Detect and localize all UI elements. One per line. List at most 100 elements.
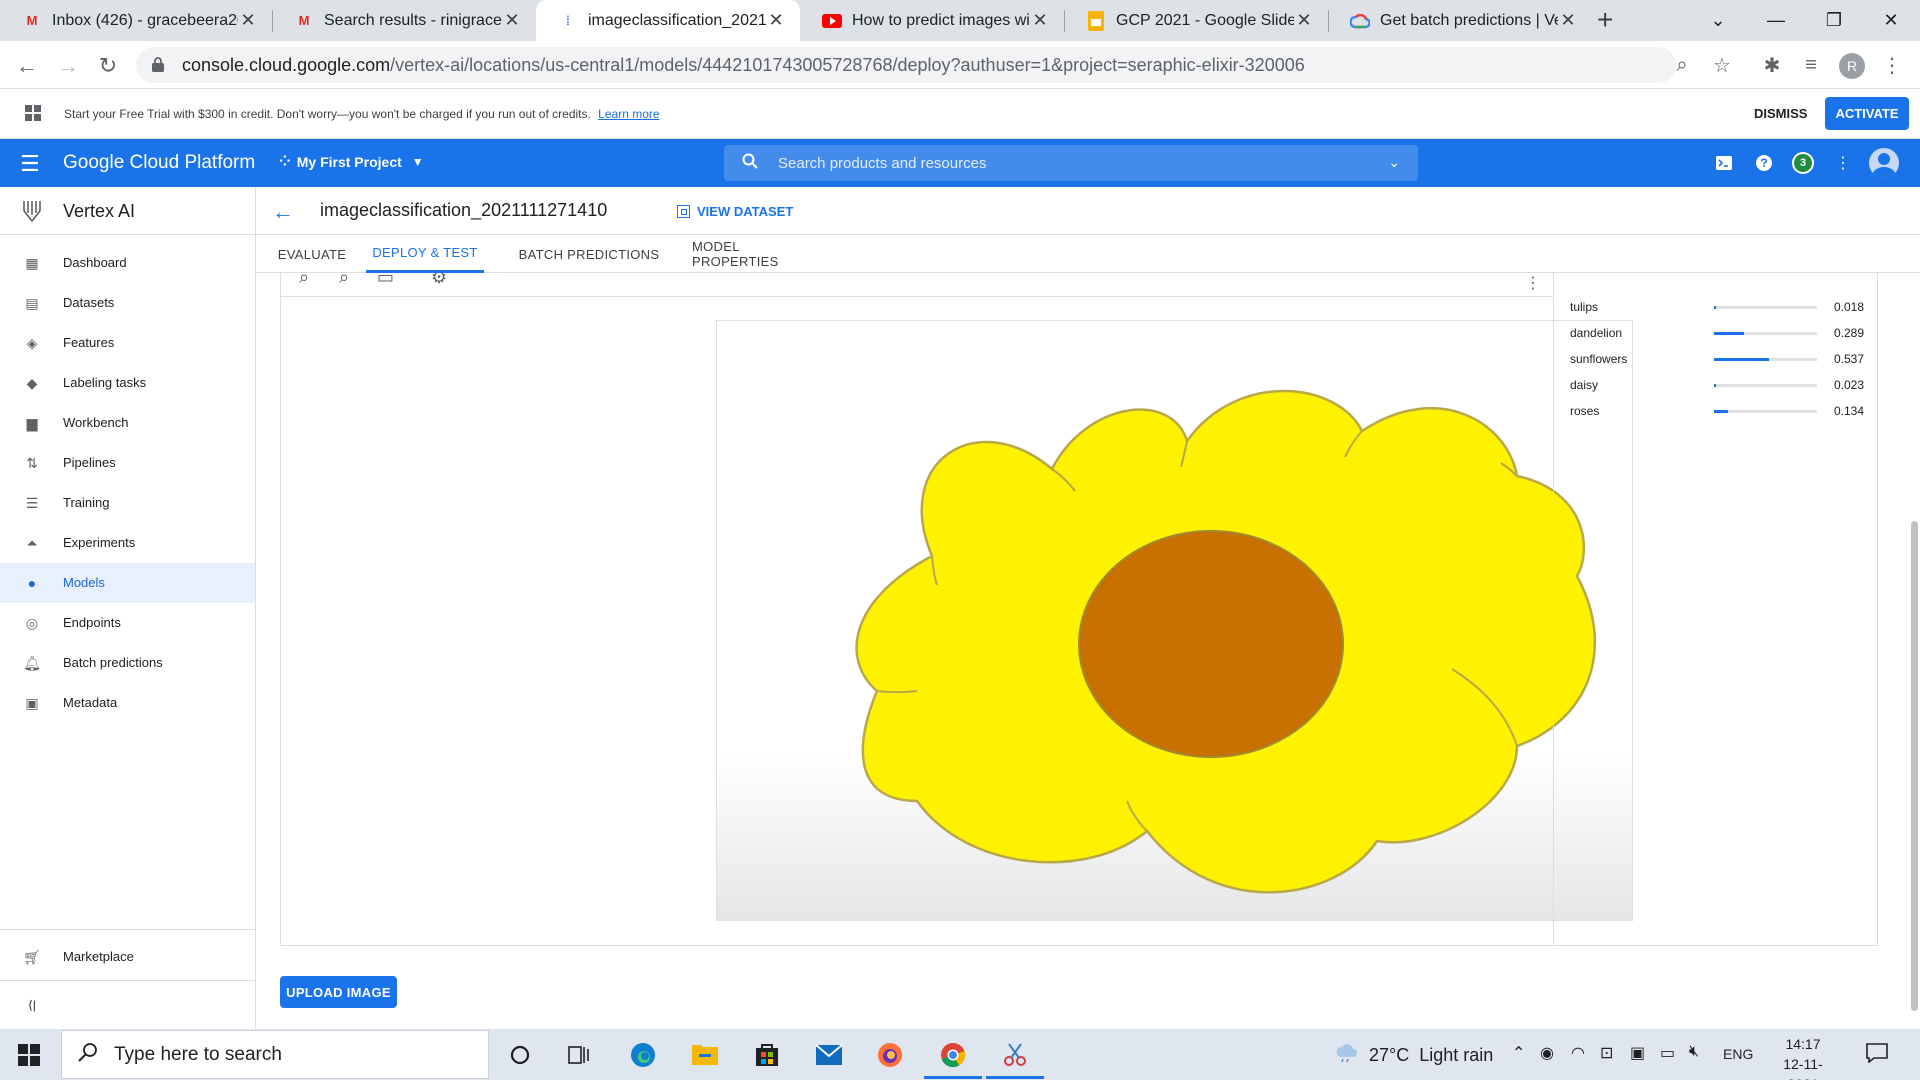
browser-tab-youtube[interactable]: How to predict images with ✕ (800, 0, 1064, 41)
close-tab-icon[interactable]: ✕ (238, 10, 258, 31)
page-scrollbar[interactable] (1908, 273, 1920, 1029)
more-options-icon[interactable]: ⋮ (1525, 273, 1541, 293)
collapse-sidebar-button[interactable]: ⟨| (0, 985, 255, 1025)
cortana-icon[interactable] (504, 1039, 536, 1071)
close-tab-icon[interactable]: ✕ (1030, 10, 1050, 31)
forward-icon[interactable]: → (53, 51, 83, 81)
wifi-icon[interactable]: ◠ (1571, 1043, 1585, 1063)
dismiss-button[interactable]: DISMISS (1754, 106, 1807, 121)
sidebar-item-models[interactable]: ● Models (0, 563, 255, 603)
security-icon[interactable]: ◉ (1540, 1043, 1554, 1063)
help-icon[interactable]: ? (1752, 151, 1776, 175)
extensions-icon[interactable]: ✱ (1758, 51, 1786, 79)
scrollbar-thumb[interactable] (1911, 521, 1918, 1011)
reload-icon[interactable]: ↻ (93, 51, 123, 81)
project-picker[interactable]: ⁘ My First Project ▼ (279, 153, 424, 170)
account-avatar[interactable] (1869, 148, 1899, 178)
sidebar-item-labeling-tasks[interactable]: ◆ Labeling tasks (0, 363, 255, 403)
browser-tab-inbox[interactable]: M Inbox (426) - gracebeera20( ✕ (0, 0, 272, 41)
sidebar-item-label: Experiments (63, 535, 136, 550)
volume-muted-icon[interactable]: 🔇︎ (1689, 1043, 1699, 1061)
close-window-icon[interactable]: ✕ (1862, 0, 1920, 41)
settings-icon[interactable]: ⚙ (431, 273, 447, 288)
close-tab-icon[interactable]: ✕ (766, 10, 786, 31)
search-input[interactable] (778, 154, 1358, 172)
close-tab-icon[interactable]: ✕ (502, 10, 522, 31)
url-field[interactable]: console.cloud.google.com/vertex-ai/locat… (136, 47, 1676, 83)
windows-start-icon[interactable] (18, 1044, 40, 1066)
cloud-shell-icon[interactable] (1712, 151, 1736, 175)
hamburger-menu-icon[interactable]: ☰ (20, 151, 40, 177)
browser-tab-slides[interactable]: GCP 2021 - Google Slides ✕ (1064, 0, 1328, 41)
device-icon[interactable]: ⊡ (1600, 1043, 1613, 1063)
system-clock[interactable]: 14:17 12-11-2021 (1768, 1034, 1838, 1080)
learn-more-link[interactable]: Learn more (598, 107, 659, 121)
prediction-label: tulips (1570, 300, 1599, 314)
close-tab-icon[interactable]: ✕ (1558, 10, 1578, 31)
tab-batch-predictions[interactable]: BATCH PREDICTIONS (518, 235, 660, 273)
action-center-icon[interactable] (1866, 1043, 1888, 1069)
taskbar-search-box[interactable]: Type here to search (61, 1030, 489, 1079)
image-icon[interactable]: ▭ (377, 273, 394, 288)
sidebar-item-experiments[interactable]: ⏶ Experiments (0, 523, 255, 563)
sunflower-center (1078, 530, 1344, 758)
store-icon[interactable] (751, 1039, 783, 1071)
search-bar[interactable]: ⌄ (724, 145, 1418, 181)
language-indicator[interactable]: ENG (1723, 1046, 1753, 1062)
sidebar-item-pipelines[interactable]: ⇅ Pipelines (0, 443, 255, 483)
sidebar-item-workbench[interactable]: ▆ Workbench (0, 403, 255, 443)
sidebar-item-datasets[interactable]: ▤ Datasets (0, 283, 255, 323)
chrome-menu-icon[interactable]: ⋮ (1878, 51, 1906, 79)
bookmark-star-icon[interactable]: ☆ (1708, 51, 1736, 79)
sidebar-item-metadata[interactable]: ▣ Metadata (0, 683, 255, 723)
tab-evaluate[interactable]: EVALUATE (268, 235, 356, 273)
trial-message: Start your Free Trial with $300 in credi… (64, 107, 660, 121)
task-view-icon[interactable] (563, 1039, 595, 1071)
new-tab-icon[interactable]: + (1597, 6, 1613, 34)
tab-model-properties[interactable]: MODEL PROPERTIES (692, 235, 828, 273)
browser-tab-search[interactable]: M Search results - rinigracebe ✕ (272, 0, 536, 41)
tab-deploy-test[interactable]: DEPLOY & TEST (366, 235, 484, 273)
confidence-bar (1714, 306, 1817, 309)
edge-icon[interactable] (627, 1039, 659, 1071)
back-arrow-icon[interactable]: ← (272, 199, 294, 225)
browser-tab-batch[interactable]: Get batch predictions | Ve ✕ (1328, 0, 1592, 41)
mail-icon[interactable] (813, 1039, 845, 1071)
zoom-icon[interactable]: ⌕ (1668, 51, 1696, 79)
snipping-tool-icon[interactable] (999, 1039, 1031, 1071)
prediction-row: dandelion 0.289 (1554, 323, 1879, 345)
zoom-in-icon[interactable]: ⌕ (299, 273, 309, 288)
show-hidden-icons-icon[interactable]: ⌃ (1512, 1043, 1525, 1063)
sidebar-item-training[interactable]: ☰ Training (0, 483, 255, 523)
chrome-icon[interactable] (937, 1039, 969, 1071)
sidebar-item-dashboard[interactable]: ▦ Dashboard (0, 243, 255, 283)
battery-icon[interactable]: ▭ (1660, 1043, 1675, 1063)
notifications-badge[interactable]: 3 (1792, 152, 1814, 174)
restore-icon[interactable]: ❐ (1805, 0, 1863, 41)
view-dataset-button[interactable]: VIEW DATASET (677, 204, 793, 219)
file-explorer-icon[interactable] (689, 1039, 721, 1071)
zoom-out-icon[interactable]: ⌕ (339, 273, 349, 288)
sidebar-item-features[interactable]: ◈ Features (0, 323, 255, 363)
sidebar-item-marketplace[interactable]: 🛒︎ Marketplace (0, 937, 255, 977)
sidebar-item-batch-predictions[interactable]: 🔔︎ Batch predictions (0, 643, 255, 683)
browser-tab-vertex[interactable]: ⦙ imageclassification_202111 ✕ (536, 0, 800, 41)
reading-list-icon[interactable]: ≡ (1797, 51, 1825, 79)
tab-search-icon[interactable]: ⌄ (1689, 0, 1747, 41)
more-options-icon[interactable]: ⋮ (1831, 151, 1855, 175)
sidebar-item-label: Features (63, 335, 115, 350)
upload-image-button[interactable]: UPLOAD IMAGE (280, 976, 397, 1008)
firefox-icon[interactable] (874, 1039, 906, 1071)
vertex-ai-icon (23, 201, 41, 223)
display-icon[interactable]: ▣ (1630, 1043, 1645, 1063)
back-icon[interactable]: ← (12, 51, 42, 81)
vertex-ai-icon: ⦙ (566, 12, 570, 28)
profile-avatar[interactable]: R (1839, 53, 1865, 79)
close-tab-icon[interactable]: ✕ (1294, 10, 1314, 31)
gcp-logo-text[interactable]: Google Cloud Platform (63, 152, 255, 174)
sidebar-item-endpoints[interactable]: ◎ Endpoints (0, 603, 255, 643)
activate-button[interactable]: ACTIVATE (1825, 97, 1909, 130)
minimize-icon[interactable]: — (1747, 0, 1805, 41)
weather-widget[interactable]: 27°C Light rain (1335, 1043, 1493, 1068)
chevron-down-icon[interactable]: ⌄ (1388, 154, 1400, 171)
